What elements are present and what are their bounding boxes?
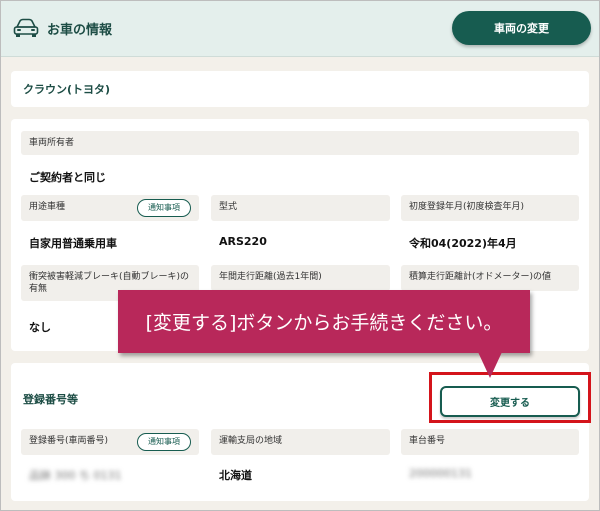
owner-label: 車両所有者 [21,131,579,155]
vehicle-model-name: クラウン(トヨタ) [23,83,111,96]
annual-distance-label: 年間走行距離(過去1年間) [211,265,390,291]
usage-value: 自家用普通乗用車 [29,237,117,250]
transport-office-value: 北海道 [219,469,252,482]
car-icon [13,18,39,37]
type-label: 型式 [211,195,390,221]
first-registration-label: 初度登録年月(初度検査年月) [401,195,579,221]
chassis-number-label: 車台番号 [401,429,579,455]
change-vehicle-button[interactable]: 車両の変更 [452,11,591,45]
registration-notice-button[interactable]: 通知事項 [137,433,191,451]
transport-office-label: 運輸支局の地域 [211,429,390,455]
page-title: お車の情報 [47,23,113,38]
chassis-number-value: 200000131 [409,467,472,480]
usage-notice-button[interactable]: 通知事項 [137,199,191,217]
vehicle-model-card: クラウン(トヨタ) [11,71,589,107]
callout-pointer [478,352,502,378]
instruction-callout-text: [変更する]ボタンからお手続きください。 [145,312,503,334]
usage-label-text: 用途車種 [29,202,66,212]
instruction-callout: [変更する]ボタンからお手続きください。 [118,290,530,353]
change-button-highlight [429,372,591,423]
page-header: お車の情報 車両の変更 [1,1,599,57]
registration-number-label-text: 登録番号(車両番号) [29,436,109,446]
first-registration-value: 令和04(2022)年4月 [409,237,517,250]
registration-number-value: 品鉢 300 ち 0131 [29,469,122,482]
type-value: ARS220 [219,235,267,248]
vehicle-info-screen: お車の情報 車両の変更 クラウン(トヨタ) 車両所有者 ご契約者と同じ 用途車種… [0,0,600,511]
aeb-value: なし [29,321,51,334]
registration-number-field-label: 登録番号(車両番号) 通知事項 [21,429,199,455]
odometer-label: 積算走行距離計(オドメーター)の値 [401,265,579,291]
usage-field-label: 用途車種 通知事項 [21,195,199,221]
registration-section-title: 登録番号等 [23,393,78,406]
owner-value: ご契約者と同じ [29,171,106,184]
